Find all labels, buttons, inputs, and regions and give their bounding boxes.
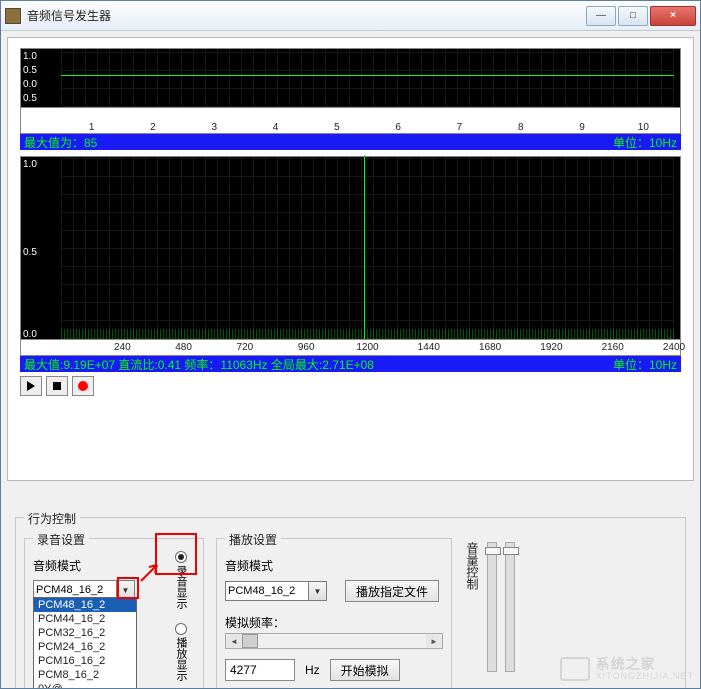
record-settings-title: 录音设置 <box>33 531 89 548</box>
y-tick: 1.0 <box>23 51 37 62</box>
y-tick: 0.5 <box>23 93 37 104</box>
x-tick: 9 <box>579 122 585 133</box>
watermark-cn: 系统之家 <box>596 657 694 672</box>
watermark-en: XITONGZHIJIA.NET <box>596 672 694 682</box>
x-tick: 1680 <box>479 342 501 353</box>
play-button[interactable] <box>20 376 42 396</box>
stop-icon <box>53 382 61 390</box>
dropdown-option[interactable]: PCM16_16_2 <box>34 654 136 668</box>
radio-label: 录音显示 <box>173 565 189 609</box>
record-settings-groupbox: 录音设置 音频模式 PCM48_16_2 PCM44_16_2 PCM32_16… <box>24 538 204 689</box>
titlebar[interactable]: 音频信号发生器 — □ × <box>1 1 700 31</box>
audio-mode-dropdown[interactable]: PCM48_16_2 PCM44_16_2 PCM32_16_2 PCM24_1… <box>33 597 137 689</box>
status-unit: 单位：10Hz <box>613 134 677 151</box>
slider-thumb[interactable] <box>503 547 519 555</box>
window-title: 音频信号发生器 <box>27 7 586 24</box>
play-audio-mode-input[interactable] <box>225 581 309 601</box>
play-audio-mode-combo[interactable] <box>225 581 327 601</box>
record-button[interactable] <box>72 376 94 396</box>
play-display-radio[interactable]: 播放显示 <box>173 623 189 681</box>
sim-freq-unit: Hz <box>305 663 320 677</box>
volume-slider-right[interactable] <box>505 542 515 672</box>
x-tick: 720 <box>237 342 254 353</box>
play-audio-mode-label: 音频模式 <box>225 557 443 574</box>
radio-label: 播放显示 <box>173 637 189 681</box>
sim-freq-label: 模拟频率： <box>225 614 443 631</box>
dropdown-option[interactable]: PCM48_16_2 <box>34 598 136 612</box>
behavior-title: 行为控制 <box>24 510 80 527</box>
y-tick: 0.0 <box>23 79 37 90</box>
record-display-radio[interactable]: 录音显示 <box>173 551 189 609</box>
client-area: 1.0 0.5 0.0 0.5 1.0 1 2 3 4 5 6 7 8 <box>1 31 700 688</box>
sim-freq-scrollbar[interactable]: ◄ ► <box>225 633 443 649</box>
x-tick: 960 <box>298 342 315 353</box>
y-tick: 0.5 <box>23 247 37 258</box>
play-file-button[interactable]: 播放指定文件 <box>345 580 439 602</box>
x-tick: 5 <box>334 122 340 133</box>
record-icon <box>78 381 88 391</box>
x-tick: 2400 <box>663 342 685 353</box>
volume-label: 音量控制 <box>464 542 481 590</box>
slider-thumb[interactable] <box>485 547 501 555</box>
radio-dot-icon <box>175 623 187 635</box>
close-button[interactable]: × <box>650 6 696 26</box>
dropdown-option[interactable]: PCM8_16_2 <box>34 668 136 682</box>
status-strip-2: 最大值:9.19E+07 直流比:0.41 频率：11063Hz 全局最大:2.… <box>20 356 681 372</box>
play-settings-title: 播放设置 <box>225 531 281 548</box>
audio-mode-label: 音频模式 <box>33 557 195 574</box>
x-tick: 1440 <box>418 342 440 353</box>
stop-button[interactable] <box>46 376 68 396</box>
x-tick: 10 <box>638 122 649 133</box>
radio-dot-icon <box>175 551 187 563</box>
waveform-trace <box>61 75 674 76</box>
transport-controls <box>20 376 681 396</box>
waveform-plot: 1.0 0.5 0.0 0.5 1.0 1 2 3 4 5 6 7 8 <box>20 48 681 134</box>
x-tick: 2 <box>150 122 156 133</box>
volume-slider-left[interactable] <box>487 542 497 672</box>
spectrum-noise <box>61 329 674 339</box>
start-sim-button[interactable]: 开始模拟 <box>330 659 400 681</box>
x-tick: 480 <box>175 342 192 353</box>
watermark-logo-icon <box>560 657 590 681</box>
maximize-button[interactable]: □ <box>618 6 648 26</box>
x-tick: 2160 <box>602 342 624 353</box>
y-tick: 1.0 <box>23 159 37 170</box>
scroll-left-icon[interactable]: ◄ <box>226 634 242 648</box>
status-max: 最大值为：85 <box>24 134 97 151</box>
x-tick: 4 <box>273 122 279 133</box>
x-tick: 1920 <box>540 342 562 353</box>
status-unit: 单位：10Hz <box>613 356 677 373</box>
app-window: 音频信号发生器 — □ × 1.0 0.5 0.0 0.5 1.0 1 2 <box>0 0 701 689</box>
editor-panel: 1.0 0.5 0.0 0.5 1.0 1 2 3 4 5 6 7 8 <box>7 37 694 481</box>
x-tick: 8 <box>518 122 524 133</box>
app-icon <box>5 8 21 24</box>
x-tick: 1200 <box>356 342 378 353</box>
dropdown-option[interactable]: PCM32_16_2 <box>34 626 136 640</box>
x-tick: 7 <box>457 122 463 133</box>
status-strip-1: 最大值为：85 单位：10Hz <box>20 134 681 150</box>
x-tick: 1 <box>89 122 95 133</box>
scroll-right-icon[interactable]: ► <box>426 634 442 648</box>
dropdown-option[interactable]: 0Y@ <box>34 682 136 689</box>
y-tick: 0.5 <box>23 65 37 76</box>
chevron-down-icon[interactable] <box>309 581 327 601</box>
spectrum-peak <box>364 155 365 339</box>
status-left: 最大值:9.19E+07 直流比:0.41 频率：11063Hz 全局最大:2.… <box>24 356 374 373</box>
dropdown-option[interactable]: PCM24_16_2 <box>34 640 136 654</box>
x-tick: 3 <box>211 122 217 133</box>
play-icon <box>27 381 35 391</box>
x-tick: 6 <box>395 122 401 133</box>
minimize-button[interactable]: — <box>586 6 616 26</box>
sim-freq-input[interactable] <box>225 659 295 681</box>
spectrum-plot: 1.0 0.5 0.0 240 480 720 960 1200 1440 16… <box>20 156 681 356</box>
play-settings-groupbox: 播放设置 音频模式 播放指定文件 模拟频率： ◄ <box>216 538 452 689</box>
scroll-thumb[interactable] <box>242 634 258 648</box>
x-tick: 240 <box>114 342 131 353</box>
dropdown-option[interactable]: PCM44_16_2 <box>34 612 136 626</box>
watermark: 系统之家 XITONGZHIJIA.NET <box>560 657 694 682</box>
